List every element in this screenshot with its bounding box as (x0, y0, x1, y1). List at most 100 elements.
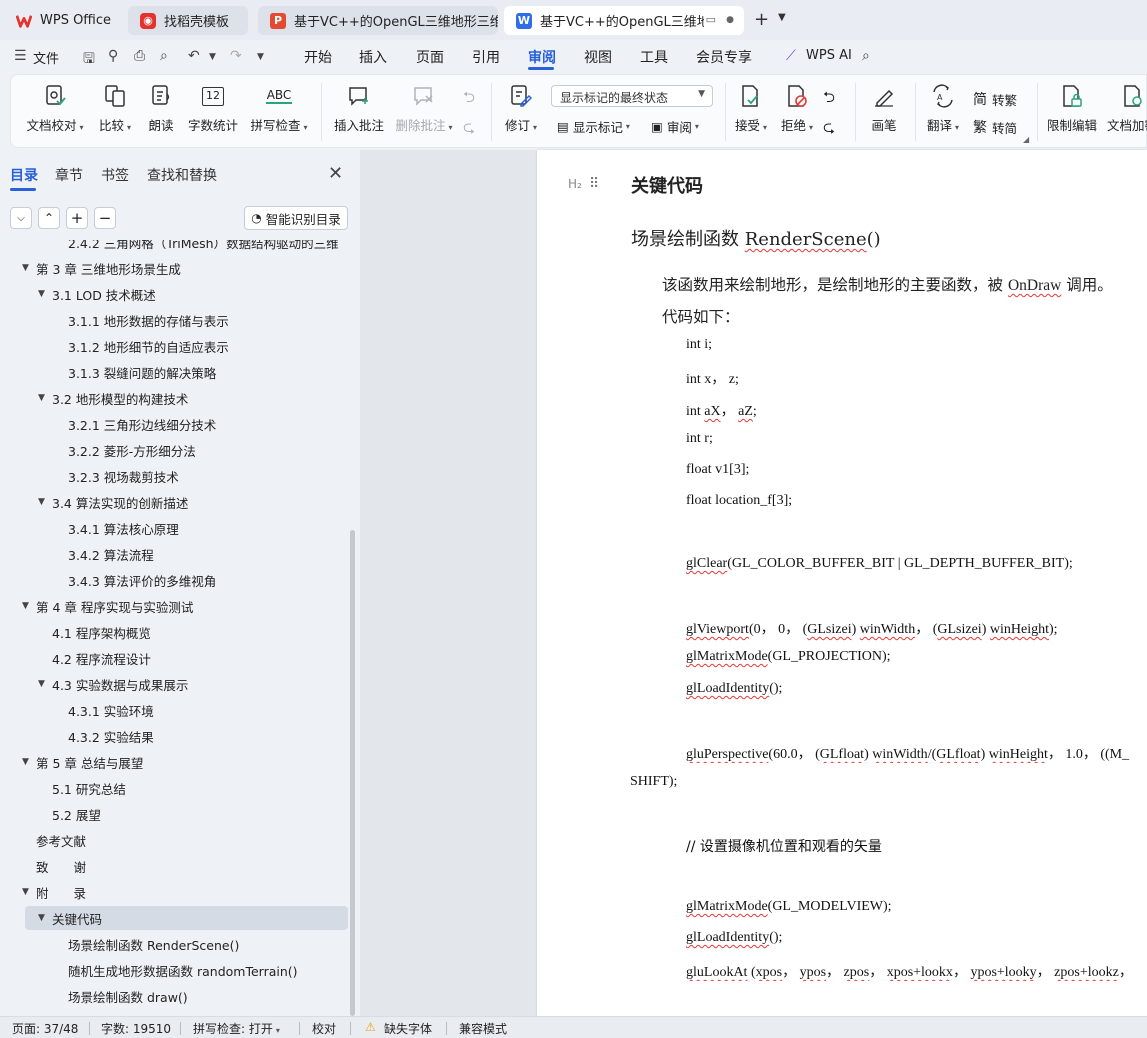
nav-tab-sections[interactable]: 章节 (55, 165, 83, 185)
expand-toggle-icon[interactable]: ▼ (22, 601, 29, 611)
translate-button[interactable]: A 翻译 ▾ (925, 83, 961, 134)
toc-item[interactable]: 5.2 展望 (0, 802, 350, 826)
remove-heading-button[interactable]: − (94, 207, 116, 229)
toc-item[interactable]: 3.1.2 地形细节的自适应表示 (0, 334, 350, 358)
print-preview-icon[interactable]: ⌕ (160, 48, 168, 64)
word-count-button[interactable]: 12 字数统计 (187, 83, 239, 134)
menu-member[interactable]: 会员专享 (696, 47, 752, 67)
chevron-down-icon[interactable]: ▼ (778, 12, 786, 23)
pen-button[interactable]: 画笔 (869, 83, 899, 134)
smart-toc-button[interactable]: ◔ 智能识别目录 (244, 206, 348, 230)
toc-item[interactable]: 4.3.1 实验环境 (0, 698, 350, 722)
expand-toggle-icon[interactable]: ▼ (38, 289, 45, 299)
toc-item[interactable]: 4.1 程序架构概览 (0, 620, 350, 644)
toc-item[interactable]: 4.2 程序流程设计 (0, 646, 350, 670)
unsaved-dot-icon[interactable]: ● (726, 15, 734, 25)
toc-item[interactable]: 3.1.3 裂缝问题的解决策略 (0, 360, 350, 384)
toc-item[interactable]: 3.1.1 地形数据的存储与表示 (0, 308, 350, 332)
tab-pdf-document[interactable]: P 基于VC++的OpenGL三维地形三维可 (258, 6, 498, 35)
expand-toggle-icon[interactable]: ▼ (22, 887, 29, 897)
track-changes-button[interactable]: 修订 ▾ (503, 83, 539, 134)
toc-item[interactable]: ▼ 附 录 (0, 880, 350, 904)
menu-references[interactable]: 引用 (472, 47, 500, 67)
toc-item[interactable]: 随机生成地形数据函数 randomTerrain() (0, 958, 350, 982)
nav-tab-toc[interactable]: 目录 (10, 165, 38, 185)
restrict-editing-button[interactable]: 限制编辑 (1047, 83, 1097, 134)
nav-tab-bookmarks[interactable]: 书签 (101, 165, 129, 185)
doc-encrypt-button[interactable]: 文档加密 (1107, 83, 1147, 134)
toc-item[interactable]: 致 谢 (0, 854, 350, 878)
save-icon[interactable]: 🖫 (83, 48, 95, 72)
toc-item[interactable]: ▼ 第 4 章 程序实现与实验测试 (0, 594, 350, 618)
toc-item[interactable]: 4.3.2 实验结果 (0, 724, 350, 748)
menu-insert[interactable]: 插入 (359, 47, 387, 67)
toc-item[interactable]: ▼ 关键代码 (25, 906, 348, 930)
status-spell-check[interactable]: 拼写检查: 打开 ▾ (193, 1020, 280, 1037)
toc-item[interactable]: ▼ 第 3 章 三维地形场景生成 (0, 256, 350, 280)
toc-scrollbar[interactable] (350, 530, 355, 1016)
toc-item[interactable]: 场景绘制函数 draw() (0, 984, 350, 1008)
share-icon[interactable]: ⚲ (108, 48, 118, 64)
expand-toggle-icon[interactable]: ▼ (38, 497, 45, 507)
nav-tab-find-replace[interactable]: 查找和替换 (147, 165, 217, 185)
doc-check-button[interactable]: 文档校对 ▾ (25, 83, 85, 134)
review-pane-button[interactable]: ▣ 审阅 ▾ (651, 117, 699, 136)
read-aloud-button[interactable]: 朗读 (147, 83, 175, 134)
expand-group-icon[interactable]: ◢ (1023, 135, 1029, 144)
monitor-icon[interactable]: ▭ (706, 13, 716, 26)
show-markup-button[interactable]: ▤ 显示标记 ▾ (557, 117, 630, 136)
reject-button[interactable]: 拒绝 ▾ (779, 83, 815, 134)
toc-item[interactable]: 2.4.2 三角网格（TriMesh）数据结构驱动的三维… (0, 240, 350, 254)
menu-view[interactable]: 视图 (584, 47, 612, 67)
close-icon[interactable]: ✕ (328, 163, 343, 184)
toc-item[interactable]: 参考文献 (0, 828, 350, 852)
tab-wps-office[interactable]: WPS Office (4, 6, 120, 35)
status-proofread[interactable]: 校对 (312, 1020, 336, 1037)
to-simplified-button[interactable]: 繁 转简 (973, 117, 1017, 137)
toc-item[interactable]: 场景绘制函数 RenderScene() (0, 932, 350, 956)
insert-comment-button[interactable]: 插入批注 (333, 83, 385, 134)
hamburger-menu-icon[interactable]: ☰ (14, 48, 27, 64)
toc-item[interactable]: 3.4.3 算法评价的多维视角 (0, 568, 350, 592)
expand-toggle-icon[interactable]: ▼ (22, 757, 29, 767)
expand-toggle-icon[interactable]: ▼ (38, 679, 45, 689)
tab-word-document[interactable]: W 基于VC++的OpenGL三维地形 ▭ ● (504, 6, 744, 35)
next-change-icon[interactable]: ⮎ (823, 117, 835, 142)
add-heading-button[interactable]: + (66, 207, 88, 229)
expand-toggle-icon[interactable]: ▼ (38, 393, 45, 403)
status-page[interactable]: 页面: 37/48 (12, 1020, 78, 1037)
to-traditional-button[interactable]: 简 转繁 (973, 89, 1017, 109)
search-icon[interactable]: ⌕ (862, 48, 870, 64)
menu-page[interactable]: 页面 (416, 47, 444, 67)
menu-wps-ai[interactable]: WPS AI (806, 48, 852, 63)
toc-item[interactable]: 3.4.2 算法流程 (0, 542, 350, 566)
status-missing-font[interactable]: 缺失字体 (384, 1020, 432, 1037)
toc-item[interactable]: 3.2.3 视场裁剪技术 (0, 464, 350, 488)
spell-check-button[interactable]: ABC 拼写检查 ▾ (249, 83, 309, 134)
toc-item[interactable]: ▼ 3.1 LOD 技术概述 (0, 282, 350, 306)
accept-button[interactable]: 接受 ▾ (733, 83, 769, 134)
redo-icon[interactable]: ↷ (230, 48, 242, 64)
expand-toggle-icon[interactable]: ▼ (38, 913, 45, 923)
menu-review[interactable]: 审阅 (528, 47, 556, 67)
status-word-count[interactable]: 字数: 19510 (101, 1020, 171, 1037)
menu-tools[interactable]: 工具 (640, 47, 668, 67)
prev-change-icon[interactable]: ⮌ (823, 87, 835, 112)
toc-item[interactable]: 3.4.1 算法核心原理 (0, 516, 350, 540)
markup-mode-select[interactable]: 显示标记的最终状态 ▼ (551, 85, 713, 107)
compare-button[interactable]: 比较 ▾ (97, 83, 133, 134)
new-tab-icon[interactable]: + (754, 9, 769, 30)
print-icon[interactable]: ⎙ (134, 48, 145, 64)
next-comment-icon[interactable]: ⮎ (463, 117, 475, 142)
toc-item[interactable]: 3.2.1 三角形边线细分技术 (0, 412, 350, 436)
drag-handle-icon[interactable]: ⠿ (589, 176, 599, 192)
prev-comment-icon[interactable]: ⮌ (463, 87, 475, 112)
delete-comment-button[interactable]: 删除批注 ▾ (394, 83, 454, 134)
undo-icon[interactable]: ↶ (188, 48, 200, 64)
toc-item[interactable]: ▼ 3.2 地形模型的构建技术 (0, 386, 350, 410)
more-dropdown-icon[interactable]: ▼ (257, 52, 264, 62)
undo-dropdown-icon[interactable]: ▼ (209, 52, 216, 62)
collapse-button[interactable]: ⌵ (10, 207, 32, 229)
toc-item[interactable]: 5.1 研究总结 (0, 776, 350, 800)
toc-item[interactable]: ▼ 4.3 实验数据与成果展示 (0, 672, 350, 696)
